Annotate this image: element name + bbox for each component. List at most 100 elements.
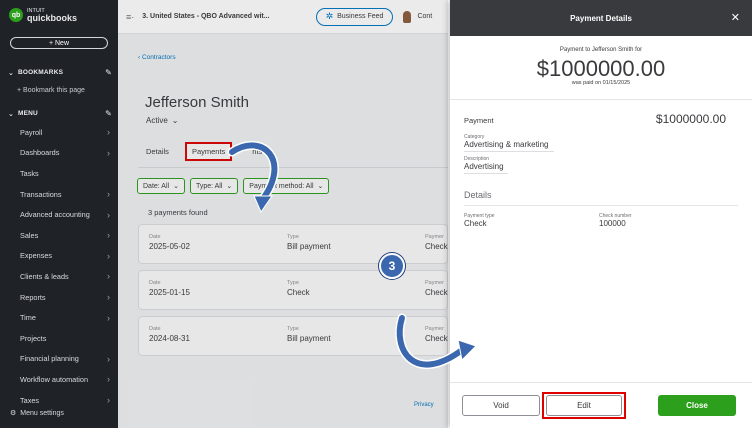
sidebar-item-advanced-accounting[interactable]: Advanced accounting › — [0, 204, 118, 225]
payment-method: Check — [425, 334, 448, 343]
description-field: Description Advertising — [464, 156, 726, 174]
drawer-title: Payment Details — [570, 13, 632, 23]
collapse-menu-icon[interactable]: ≡· — [126, 12, 134, 22]
sidebar-item-expenses[interactable]: Expenses › — [0, 246, 118, 267]
bookmark-this-page[interactable]: + Bookmark this page — [17, 87, 85, 94]
sidebar-item-workflow-automation[interactable]: Workflow automation › — [0, 369, 118, 390]
payment-to-text: Payment to Jefferson Smith for — [559, 47, 643, 53]
sidebar-item-label: Clients & leads — [20, 271, 69, 281]
payment-method: Check — [425, 288, 448, 297]
sidebar-item-tasks[interactable]: Tasks — [0, 163, 118, 184]
menu-label: MENU — [18, 110, 38, 117]
date-filter[interactable]: Date: All ⌄ — [137, 178, 185, 194]
sidebar-item-payroll[interactable]: Payroll › — [0, 122, 118, 143]
tab-payments[interactable]: Payments — [184, 142, 233, 161]
logo-big-text: quickbooks — [27, 13, 78, 23]
check-number-field: Check number 100000 — [599, 213, 632, 228]
assistant-avatar-icon[interactable] — [403, 10, 412, 23]
description-value: Advertising — [464, 162, 508, 174]
sidebar-item-time[interactable]: Time › — [0, 307, 118, 328]
date-label: Date — [149, 280, 161, 286]
sidebar-item-label: Dashboards — [20, 148, 60, 158]
payment-method: Check — [425, 242, 448, 251]
sidebar-item-label: Tasks — [20, 168, 39, 178]
sidebar: qb INTUIT quickbooks + New ⌄ BOOKMARKS ✎… — [0, 0, 118, 428]
sidebar-item-label: Expenses — [20, 251, 53, 261]
quickbooks-logo[interactable]: qb INTUIT quickbooks — [9, 8, 78, 23]
payment-type-value: Check — [464, 219, 487, 228]
sidebar-item-label: Workflow automation — [20, 374, 88, 384]
company-name[interactable]: 3. United States - QBO Advanced wit... — [142, 13, 269, 20]
pencil-icon[interactable]: ✎ — [105, 68, 112, 77]
breadcrumb[interactable]: ‹ Contractors — [138, 54, 176, 61]
sidebar-item-dashboards[interactable]: Dashboards › — [0, 143, 118, 164]
gear-icon: ⚙ — [10, 410, 17, 417]
pencil-icon[interactable]: ✎ — [105, 109, 112, 118]
type-label: Type — [287, 280, 299, 286]
drawer-header: Payment Details ✕ — [450, 0, 752, 36]
payment-amount: $1000000.00 — [655, 112, 726, 126]
sidebar-item-clients-leads[interactable]: Clients & leads › — [0, 266, 118, 287]
chevron-right-icon: › — [107, 147, 110, 158]
sidebar-item-label: Transactions — [20, 189, 62, 199]
contact-link[interactable]: Cont — [417, 13, 432, 20]
close-icon[interactable]: ✕ — [731, 11, 740, 24]
sidebar-item-sales[interactable]: Sales › — [0, 225, 118, 246]
chevron-down-icon: ⌄ — [8, 69, 15, 77]
menu-settings[interactable]: ⚙ Menu settings — [10, 409, 64, 418]
payment-type: Check — [287, 288, 310, 297]
category-field: Category Advertising & marketing — [464, 134, 726, 152]
business-feed-button[interactable]: ✲ Business Feed — [315, 7, 394, 26]
sidebar-item-financial-planning[interactable]: Financial planning › — [0, 349, 118, 370]
tab-details[interactable]: Details — [146, 147, 169, 161]
chevron-right-icon: › — [107, 189, 110, 200]
category-value: Advertising & marketing — [464, 140, 554, 152]
chevron-down-icon: ⌄ — [317, 183, 324, 190]
bookmarks-section[interactable]: ⌄ BOOKMARKS ✎ — [8, 68, 112, 77]
payment-summary: Payment to Jefferson Smith for $1000000.… — [450, 36, 752, 100]
chevron-right-icon: › — [107, 312, 110, 323]
method-label: Paymer — [425, 326, 444, 332]
type-label: Type — [287, 234, 299, 240]
payment-type: Bill payment — [287, 334, 331, 343]
payment-type-field: Payment type Check — [464, 213, 584, 228]
method-label: Paymer — [425, 234, 444, 240]
sparkle-icon: ✲ — [325, 11, 334, 21]
close-button[interactable]: Close — [658, 395, 736, 416]
step-number-badge: 3 — [379, 253, 405, 279]
chevron-right-icon: › — [107, 250, 110, 261]
sidebar-item-projects[interactable]: Projects — [0, 328, 118, 349]
chevron-down-icon: ⌄ — [226, 183, 233, 190]
menu-section[interactable]: ⌄ MENU ✎ — [8, 109, 112, 118]
payment-card[interactable]: Date 2024-08-31 Type Bill payment Paymer Ch… — [138, 316, 448, 356]
chevron-right-icon: › — [107, 292, 110, 303]
vendor-tabs: Details Payments nts — [146, 142, 278, 161]
edit-button[interactable]: Edit — [546, 395, 622, 416]
details-heading: Details — [464, 190, 492, 200]
type-filter-label: Type: All — [195, 182, 223, 190]
status-dropdown[interactable]: Active ⌄ — [146, 116, 179, 125]
chevron-right-icon: › — [107, 395, 110, 406]
chevron-down-icon: ⌄ — [171, 116, 179, 125]
payment-method-filter[interactable]: Payment method: All ⌄ — [243, 178, 330, 194]
qb-logo-icon: qb — [9, 8, 23, 22]
bookmarks-label: BOOKMARKS — [18, 69, 64, 76]
void-button[interactable]: Void — [462, 395, 540, 416]
sidebar-item-transactions[interactable]: Transactions › — [0, 184, 118, 205]
chevron-right-icon: › — [107, 271, 110, 282]
privacy-link[interactable]: Privacy — [414, 402, 434, 408]
payment-card[interactable]: Date 2025-01-15 Type Check Paymer Check — [138, 270, 448, 310]
paid-on-text: was paid on 01/15/2025 — [571, 80, 631, 86]
method-label: Paymer — [425, 280, 444, 286]
sidebar-item-label: Reports — [20, 292, 46, 302]
menu-settings-label: Menu settings — [20, 409, 64, 417]
sidebar-menu-list: Payroll › Dashboards › Tasks Transactions ›… — [0, 122, 118, 410]
payments-count: 3 payments found — [148, 208, 208, 217]
sidebar-item-reports[interactable]: Reports › — [0, 287, 118, 308]
new-button[interactable]: + New — [10, 37, 108, 49]
check-number-value: 100000 — [599, 219, 626, 228]
sidebar-item-label: Projects — [20, 333, 47, 343]
type-filter[interactable]: Type: All ⌄ — [189, 178, 239, 194]
sidebar-item-taxes[interactable]: Taxes › — [0, 390, 118, 411]
tab-attachments[interactable]: nts — [252, 147, 262, 161]
